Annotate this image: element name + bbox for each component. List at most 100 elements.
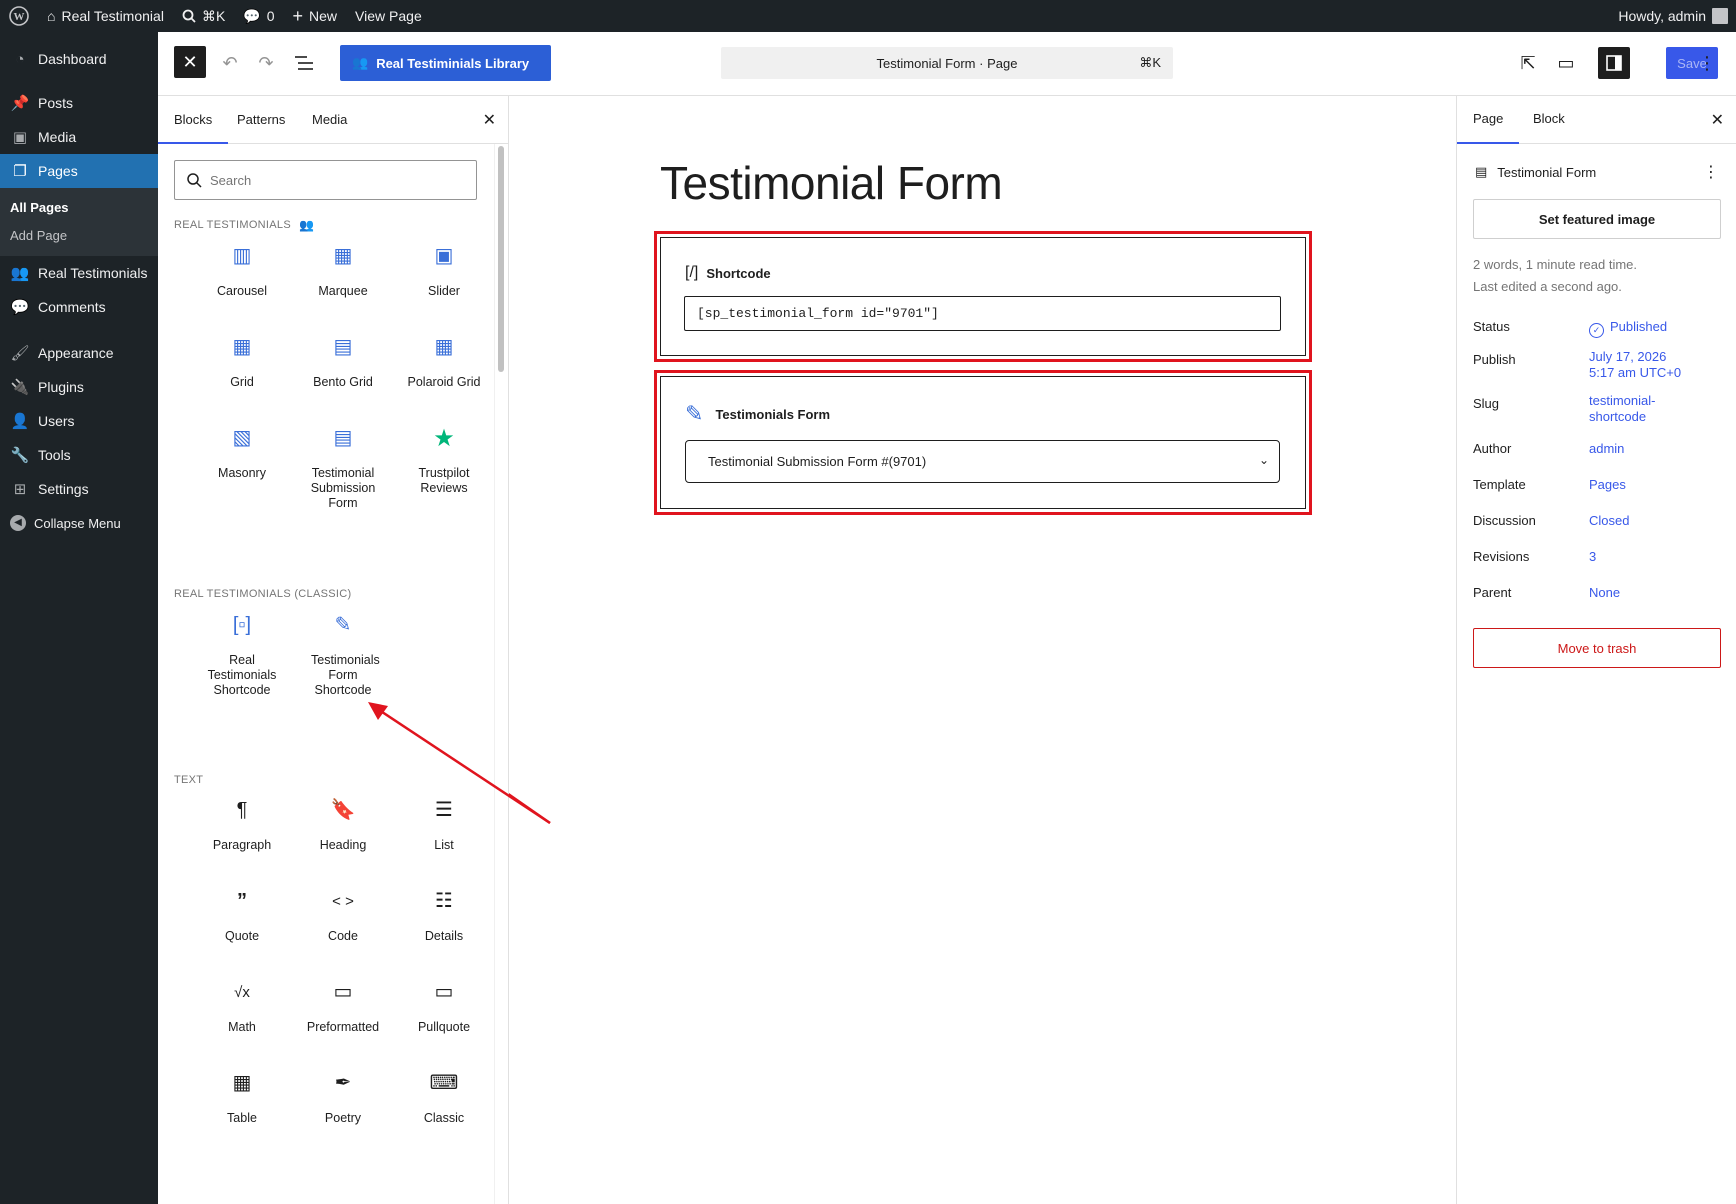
submenu-all-pages[interactable]: All Pages: [0, 194, 158, 222]
dashboard-icon: ◔: [15, 50, 25, 68]
block-grid[interactable]: ▦ Grid: [192, 333, 292, 390]
block-slider[interactable]: ▣ Slider: [394, 242, 494, 299]
block-testimonials-form-shortcode[interactable]: ✎ Testimonials Form Shortcode: [293, 611, 393, 698]
menu-posts[interactable]: 📌 Posts: [0, 86, 158, 120]
comments-link[interactable]: 💬 0: [234, 0, 283, 32]
media-icon: ▣: [12, 129, 28, 146]
laptop-icon: ▭: [1557, 52, 1575, 73]
avatar: [1712, 8, 1728, 24]
block-testimonial-submission-form[interactable]: ▤ Testimonial Submission Form: [293, 424, 393, 511]
sidebar-tabs: Page Block ✕: [1457, 96, 1736, 144]
block-table[interactable]: ▦ Table: [192, 1069, 292, 1126]
collapse-menu-button[interactable]: ◀ Collapse Menu: [0, 506, 158, 540]
external-link-icon: ⇱: [1520, 52, 1536, 73]
command-search[interactable]: ⌘K: [173, 0, 234, 32]
revisions-button[interactable]: 3: [1589, 549, 1596, 565]
tab-patterns[interactable]: Patterns: [221, 96, 301, 144]
search-icon: [187, 172, 202, 188]
block-pullquote[interactable]: ▭ Pullquote: [394, 978, 494, 1035]
search-input[interactable]: [210, 172, 450, 188]
annotation-arrow-icon: [368, 702, 551, 825]
view-page-button[interactable]: ⇱: [1510, 45, 1546, 81]
menu-tools[interactable]: 🔧 Tools: [0, 438, 158, 472]
document-card: ▤ Testimonial Form ⋮: [1475, 162, 1719, 182]
block-poetry[interactable]: ✒ Poetry: [293, 1069, 393, 1126]
quill-icon: ✒: [334, 1071, 352, 1094]
preview-button[interactable]: ▭: [1548, 45, 1584, 81]
menu-plugins[interactable]: 🔌 Plugins: [0, 370, 158, 404]
block-marquee[interactable]: ▦ Marquee: [293, 242, 393, 299]
set-featured-image-button[interactable]: Set featured image: [1473, 199, 1721, 239]
comment-bubble-icon: 💬: [10, 299, 30, 316]
block-paragraph[interactable]: ¶ Paragraph: [192, 796, 292, 853]
sidebar-toggle-icon: [1606, 55, 1622, 71]
parent-button[interactable]: None: [1589, 585, 1620, 601]
block-classic[interactable]: ⌨ Classic: [394, 1069, 494, 1126]
editor-canvas[interactable]: Testimonial Form [/] Shortcode [sp_testi…: [509, 96, 1456, 1204]
redo-button[interactable]: ↷: [248, 45, 284, 81]
pages-submenu: All Pages Add Page: [0, 188, 158, 256]
document-title-bar[interactable]: Testimonial Form · Page ⌘K: [721, 47, 1173, 79]
block-details[interactable]: ☷ Details: [394, 887, 494, 944]
admin-menu: ◔ Dashboard 📌 Posts ▣ Media ❐ Pages All …: [0, 32, 158, 1204]
block-search[interactable]: [174, 160, 477, 200]
list-view-icon: [295, 56, 313, 70]
undo-icon: ↶: [222, 52, 238, 73]
polaroid-grid-icon: ▦: [434, 335, 454, 358]
carousel-icon: ▥: [232, 244, 252, 267]
close-inserter-button[interactable]: ✕: [174, 46, 206, 78]
tab-media[interactable]: Media: [296, 96, 363, 144]
block-carousel[interactable]: ▥ Carousel: [192, 242, 292, 299]
document-overview-button[interactable]: [286, 45, 322, 81]
block-trustpilot-reviews[interactable]: ★ Trustpilot Reviews: [394, 424, 494, 496]
close-icon: ✕: [182, 51, 198, 72]
menu-users[interactable]: 👤 Users: [0, 404, 158, 438]
options-button[interactable]: ⋮: [1689, 45, 1725, 81]
view-page-link[interactable]: View Page: [346, 0, 431, 32]
menu-pages[interactable]: ❐ Pages: [0, 154, 158, 188]
menu-dashboard[interactable]: ◔ Dashboard: [0, 42, 158, 76]
submenu-add-page[interactable]: Add Page: [0, 222, 158, 250]
settings-toggle-button[interactable]: [1598, 47, 1630, 79]
author-button[interactable]: admin: [1589, 441, 1624, 457]
vertical-ellipsis-icon[interactable]: ⋮: [1703, 162, 1719, 182]
menu-settings[interactable]: ⊞ Settings: [0, 472, 158, 506]
site-name-link[interactable]: ⌂ Real Testimonial: [38, 0, 173, 32]
status-button[interactable]: ✓ Published: [1589, 319, 1667, 338]
close-icon[interactable]: ✕: [1711, 110, 1724, 130]
wordpress-logo-icon[interactable]: W: [0, 0, 38, 32]
annotation-arrow: [509, 793, 551, 825]
paintbrush-icon: 🖌: [10, 345, 30, 362]
admin-bar: W ⌂ Real Testimonial ⌘K 💬 0 + New View P…: [0, 0, 1736, 32]
my-account[interactable]: Howdy, admin: [1609, 0, 1736, 32]
block-polaroid-grid[interactable]: ▦ Polaroid Grid: [394, 333, 494, 390]
menu-media[interactable]: ▣ Media: [0, 120, 158, 154]
check-circle-icon: ✓: [1589, 323, 1604, 338]
real-testimonials-library-button[interactable]: 👥 Real Testiminials Library: [340, 45, 551, 81]
move-to-trash-button[interactable]: Move to trash: [1473, 628, 1721, 668]
block-real-testimonials-shortcode[interactable]: [▫] Real Testimonials Shortcode: [192, 611, 292, 698]
block-masonry[interactable]: ▧ Masonry: [192, 424, 292, 481]
undo-button[interactable]: ↶: [212, 45, 248, 81]
slug-button[interactable]: testimonial-shortcode: [1589, 393, 1655, 425]
menu-comments[interactable]: 💬 Comments: [0, 290, 158, 324]
tab-blocks[interactable]: Blocks: [158, 96, 229, 144]
settings-sidebar: Page Block ✕ ▤ Testimonial Form ⋮ Set fe…: [1456, 96, 1736, 1204]
block-bento-grid[interactable]: ▤ Bento Grid: [293, 333, 393, 390]
menu-appearance[interactable]: 🖌 Appearance: [0, 336, 158, 370]
tab-page[interactable]: Page: [1457, 96, 1520, 144]
block-code[interactable]: < > Code: [293, 887, 393, 944]
template-button[interactable]: Pages: [1589, 477, 1626, 493]
menu-real-testimonials[interactable]: 👥 Real Testimonials: [0, 256, 158, 290]
new-content-link[interactable]: + New: [284, 0, 347, 32]
discussion-button[interactable]: Closed: [1589, 513, 1629, 529]
inserter-scrollbar[interactable]: [498, 146, 504, 372]
tab-block[interactable]: Block: [1517, 96, 1581, 144]
block-preformatted[interactable]: ▭ Preformatted: [293, 978, 393, 1035]
block-math[interactable]: √x Math: [192, 978, 292, 1035]
bento-grid-icon: ▤: [333, 335, 353, 358]
close-icon[interactable]: ✕: [483, 110, 496, 130]
block-quote[interactable]: ” Quote: [192, 887, 292, 944]
document-meta: 2 words, 1 minute read time. Last edited…: [1473, 257, 1638, 294]
publish-date-button[interactable]: July 17, 2026 5:17 am UTC+0: [1589, 349, 1681, 381]
